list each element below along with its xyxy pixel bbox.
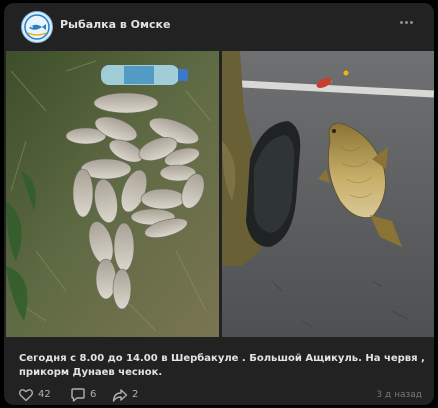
comment-button[interactable]: 6 bbox=[70, 387, 106, 403]
comment-icon bbox=[71, 388, 85, 402]
water-bottle bbox=[101, 65, 188, 85]
post-photo-fish-on-grass[interactable] bbox=[6, 51, 219, 337]
heart-icon bbox=[18, 389, 34, 402]
group-name[interactable]: Рыбалка в Омске bbox=[60, 18, 170, 31]
post-text: Сегодня с 8.00 до 14.00 в Шербакуле . Бо… bbox=[19, 353, 425, 378]
fish-logo-icon bbox=[24, 14, 50, 40]
post-card: Рыбалка в Омске Сегодня с 8.00 до 14.00 … bbox=[4, 3, 434, 405]
share-count: 2 bbox=[132, 389, 139, 400]
group-avatar[interactable] bbox=[21, 11, 53, 43]
more-dots-icon[interactable] bbox=[398, 17, 416, 29]
post-photo-carp-and-boot[interactable] bbox=[222, 51, 434, 337]
comment-count: 6 bbox=[90, 389, 97, 400]
share-button[interactable]: 2 bbox=[112, 387, 148, 403]
share-arrow-icon bbox=[112, 389, 128, 402]
post-actions: 42 6 2 bbox=[18, 387, 428, 403]
post-timestamp[interactable]: 3 д назад bbox=[376, 390, 422, 400]
like-count: 42 bbox=[38, 389, 51, 400]
post-header: Рыбалка в Омске bbox=[4, 3, 434, 51]
like-button[interactable]: 42 bbox=[18, 387, 62, 403]
